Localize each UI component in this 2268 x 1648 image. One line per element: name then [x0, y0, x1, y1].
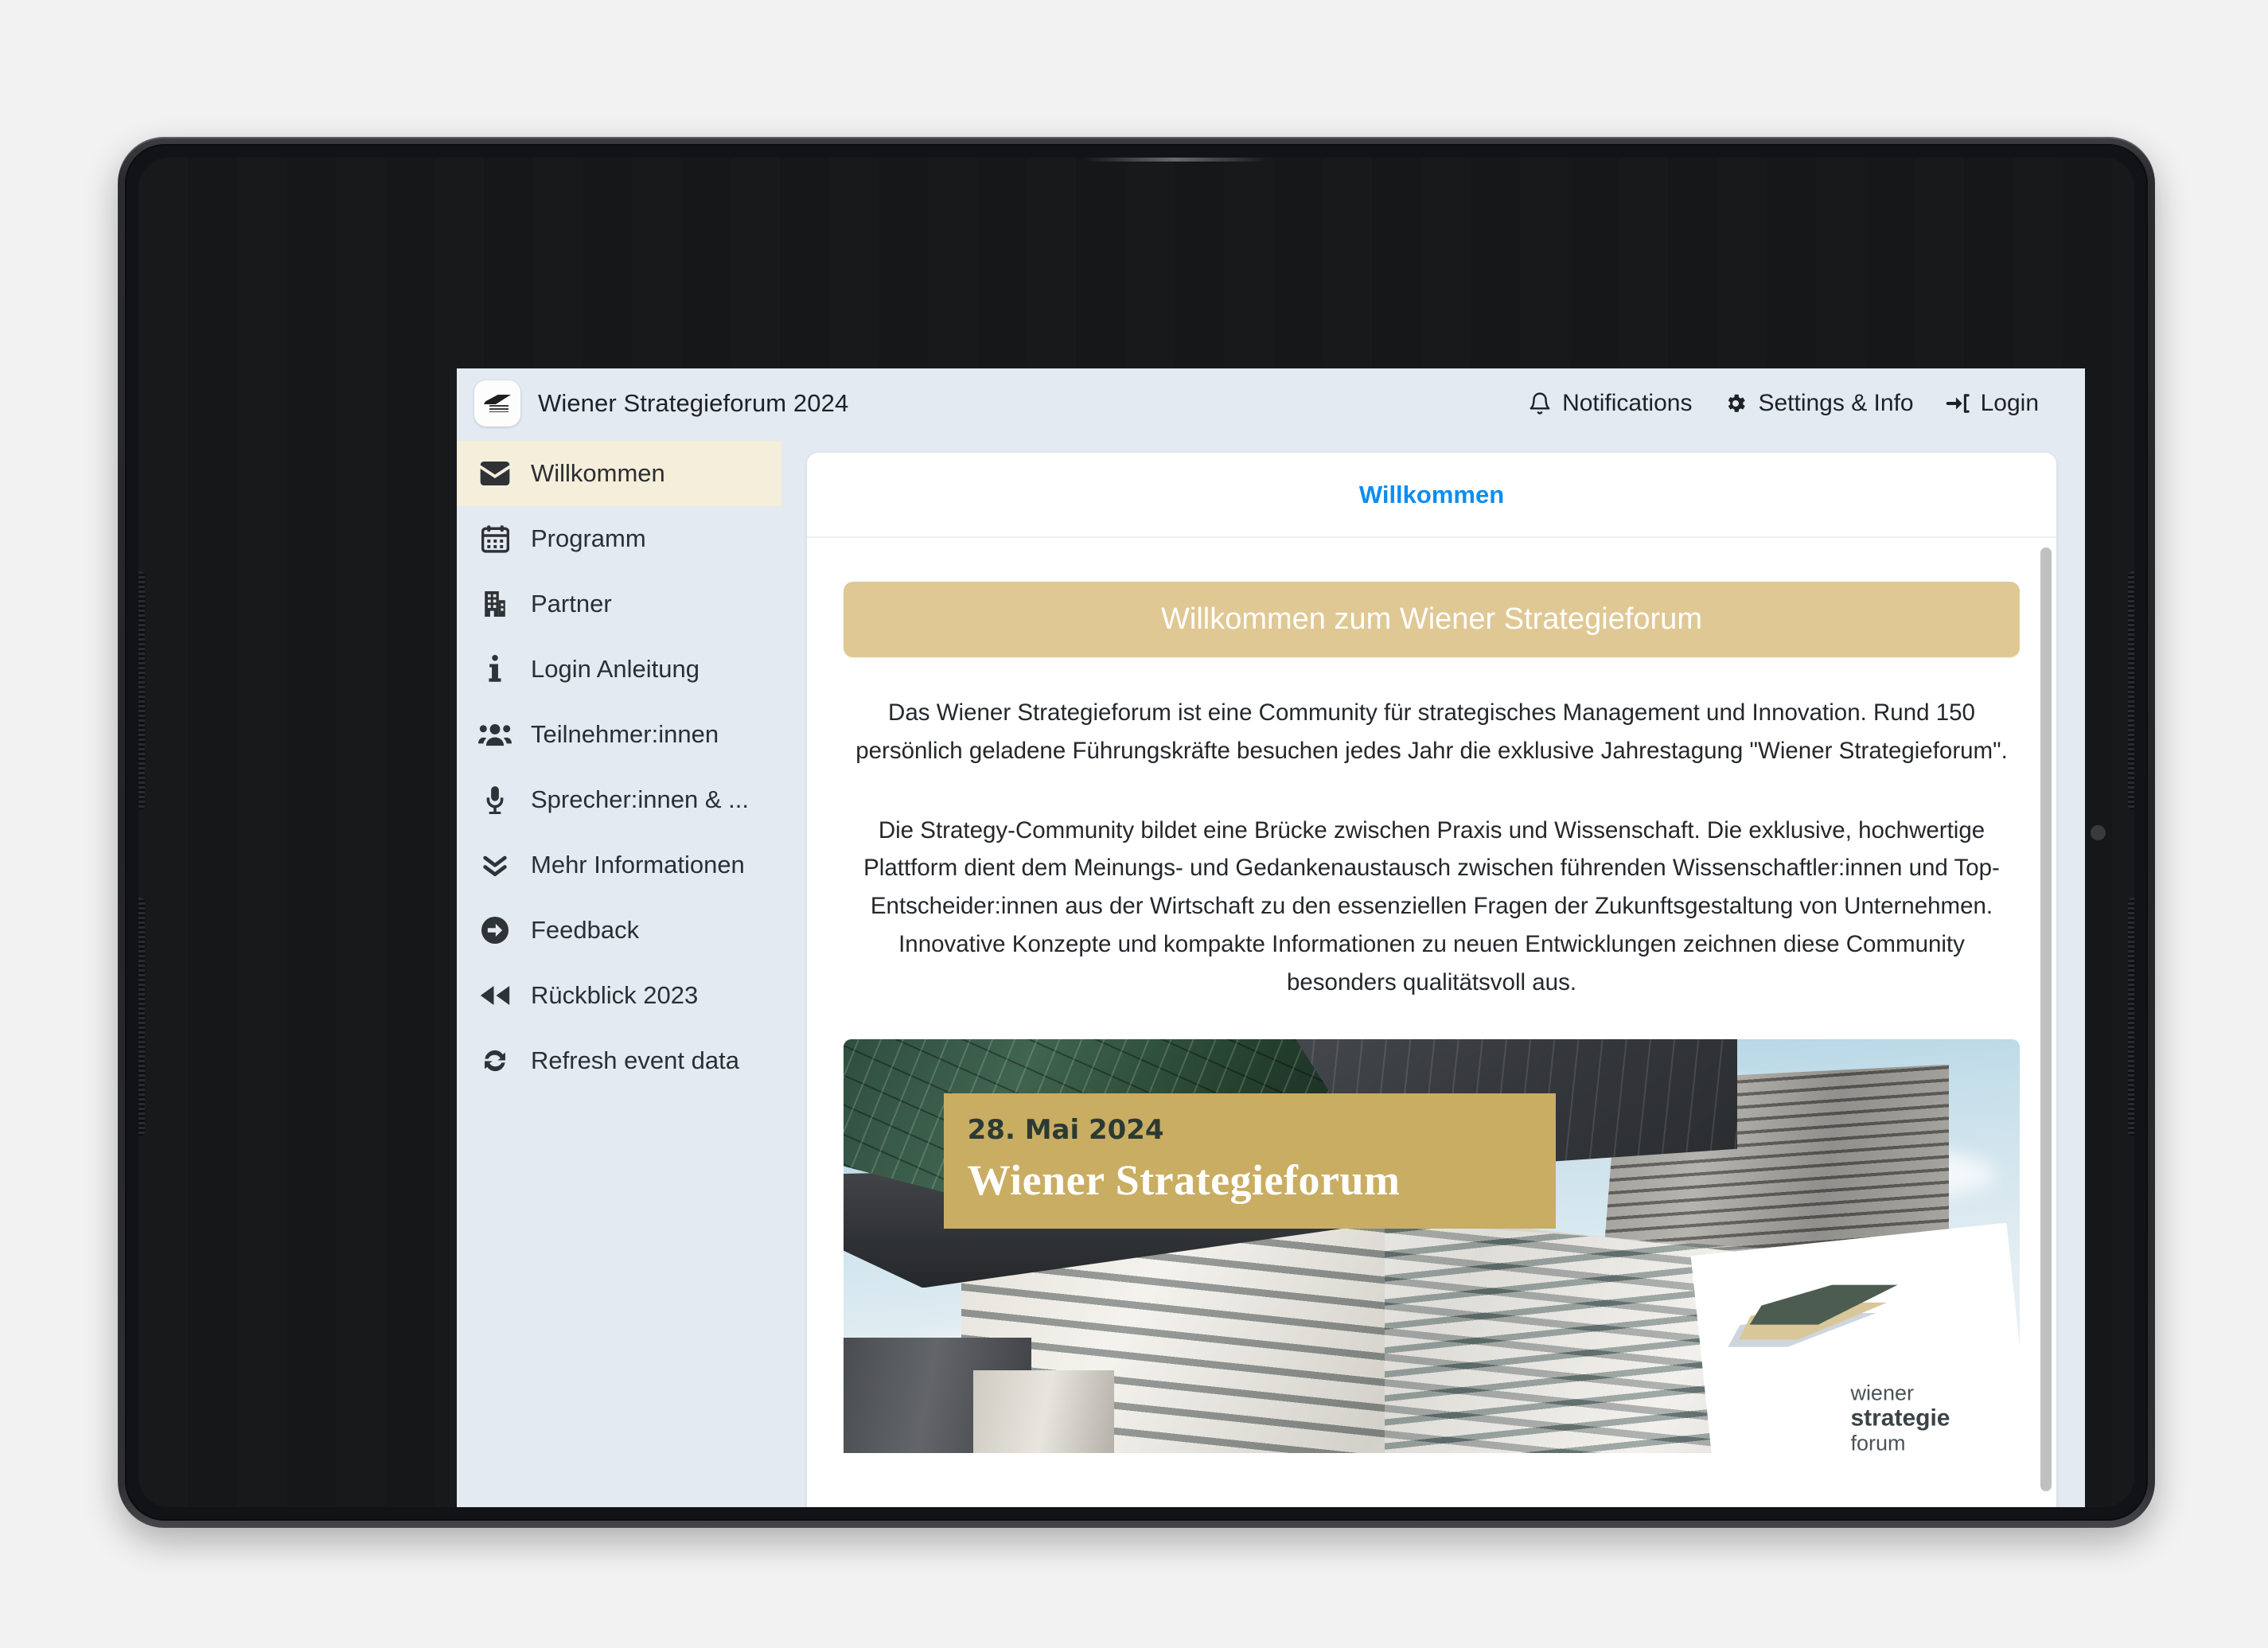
notifications-button[interactable]: Notifications: [1528, 390, 1692, 417]
sidebar-item-label: Refresh event data: [531, 1046, 739, 1074]
sidebar-item-label: Teilnehmer:innen: [531, 720, 719, 748]
page-title: Wiener Strategieforum 2024: [538, 389, 849, 417]
brand-logo-line-2: strategie: [1850, 1405, 1950, 1432]
calendar-icon: [477, 524, 513, 553]
sidebar: Willkommen Programm Partner Login Anleit…: [457, 438, 781, 1507]
login-button[interactable]: Login: [1946, 390, 2039, 417]
card-scroll-region[interactable]: Willkommen zum Wiener Strategieforum Das…: [807, 538, 2056, 1507]
building-left-light: [972, 1370, 1114, 1454]
device-top-highlight: [1085, 158, 1268, 162]
gear-icon: [1724, 392, 1748, 415]
sidebar-item-sprecher[interactable]: Sprecher:innen & ...: [457, 767, 781, 832]
sidebar-item-label: Partner: [531, 590, 612, 618]
event-date-title-label: 28. Mai 2024 Wiener Strategieforum: [943, 1093, 1556, 1229]
brand-logo-line-1: wiener: [1850, 1381, 1914, 1405]
settings-info-label: Settings & Info: [1758, 390, 1914, 416]
sidebar-item-label: Login Anleitung: [531, 655, 700, 683]
event-hero-image: 28. Mai 2024 Wiener Strategieforum wiene…: [844, 1039, 2020, 1454]
refresh-icon: [477, 1047, 513, 1074]
brand-logo-wordmark: wiener strategie forum: [1728, 1381, 2020, 1454]
chevron-double-down-icon: [477, 852, 513, 878]
event-name: Wiener Strategieforum: [967, 1156, 1401, 1205]
users-icon: [477, 723, 513, 746]
speaker-grille-right-bottom: [2128, 898, 2134, 1136]
content-card: Willkommen Willkommen zum Wiener Strateg…: [807, 453, 2056, 1507]
login-label: Login: [1980, 390, 2039, 416]
app-header: Wiener Strategieforum 2024 Notifications: [457, 368, 2085, 438]
sidebar-item-label: Programm: [531, 524, 646, 552]
bell-icon: [1528, 391, 1552, 416]
sidebar-item-login-anleitung[interactable]: Login Anleitung: [457, 637, 781, 702]
app-window: Wiener Strategieforum 2024 Notifications: [457, 368, 2085, 1507]
sidebar-item-rueckblick-2023[interactable]: Rückblick 2023: [457, 963, 781, 1028]
settings-info-button[interactable]: Settings & Info: [1724, 390, 1914, 417]
speaker-grille-left-top: [138, 571, 145, 810]
tab-willkommen[interactable]: Willkommen: [1359, 481, 1504, 509]
sidebar-item-refresh-event-data[interactable]: Refresh event data: [457, 1028, 781, 1093]
intro-paragraph-2: Die Strategy-Community bildet eine Brück…: [863, 816, 2000, 995]
sidebar-item-label: Rückblick 2023: [531, 981, 699, 1009]
tablet-screen: Wiener Strategieforum 2024 Notifications: [138, 158, 2134, 1507]
tablet-bezel: Wiener Strategieforum 2024 Notifications: [125, 144, 2148, 1521]
app-header-actions: Notifications Settings & Info Login: [1528, 390, 2063, 417]
sidebar-item-feedback[interactable]: Feedback: [457, 898, 781, 963]
login-arrow-icon: [1946, 392, 1970, 415]
speaker-grille-left-bottom: [138, 898, 145, 1136]
sidebar-item-teilnehmer[interactable]: Teilnehmer:innen: [457, 702, 781, 767]
app-body: Willkommen Programm Partner Login Anleit…: [457, 438, 2085, 1507]
content-scrollbar-thumb[interactable]: [2040, 547, 2052, 1491]
envelope-icon: [477, 462, 513, 485]
content-area: Willkommen Willkommen zum Wiener Strateg…: [781, 438, 2085, 1507]
intro-paragraph-1: Das Wiener Strategieforum ist eine Commu…: [855, 699, 2008, 764]
brand-logo-icon: [1728, 1284, 1909, 1358]
sidebar-item-programm[interactable]: Programm: [457, 506, 781, 571]
content-scrollbar[interactable]: [2040, 547, 2052, 1507]
event-date: 28. Mai 2024: [967, 1114, 1164, 1147]
brand-logo-line-3: forum: [1850, 1432, 1906, 1454]
building-icon: [477, 590, 513, 618]
sidebar-item-label: Mehr Informationen: [531, 851, 745, 879]
microphone-icon: [477, 785, 513, 814]
welcome-banner: Willkommen zum Wiener Strategieforum: [844, 582, 2020, 657]
sidebar-item-willkommen[interactable]: Willkommen: [457, 441, 781, 506]
notifications-label: Notifications: [1562, 390, 1693, 416]
sidebar-item-label: Willkommen: [531, 459, 665, 487]
arrow-circle-right-icon: [477, 916, 513, 945]
sidebar-item-mehr-informationen[interactable]: Mehr Informationen: [457, 832, 781, 898]
card-tabbar: Willkommen: [807, 453, 2056, 538]
brand-logo-card: wiener strategie forum: [1690, 1222, 2020, 1454]
sidebar-item-label: Sprecher:innen & ...: [531, 785, 749, 813]
info-icon: [477, 655, 513, 684]
front-camera-icon: [2091, 825, 2106, 840]
rewind-icon: [477, 984, 513, 1007]
sidebar-item-partner[interactable]: Partner: [457, 571, 781, 637]
speaker-grille-right-top: [2128, 571, 2134, 810]
tablet-device-frame: Wiener Strategieforum 2024 Notifications: [118, 137, 2155, 1528]
sidebar-item-label: Feedback: [531, 916, 640, 944]
app-logo-icon: [474, 380, 520, 427]
